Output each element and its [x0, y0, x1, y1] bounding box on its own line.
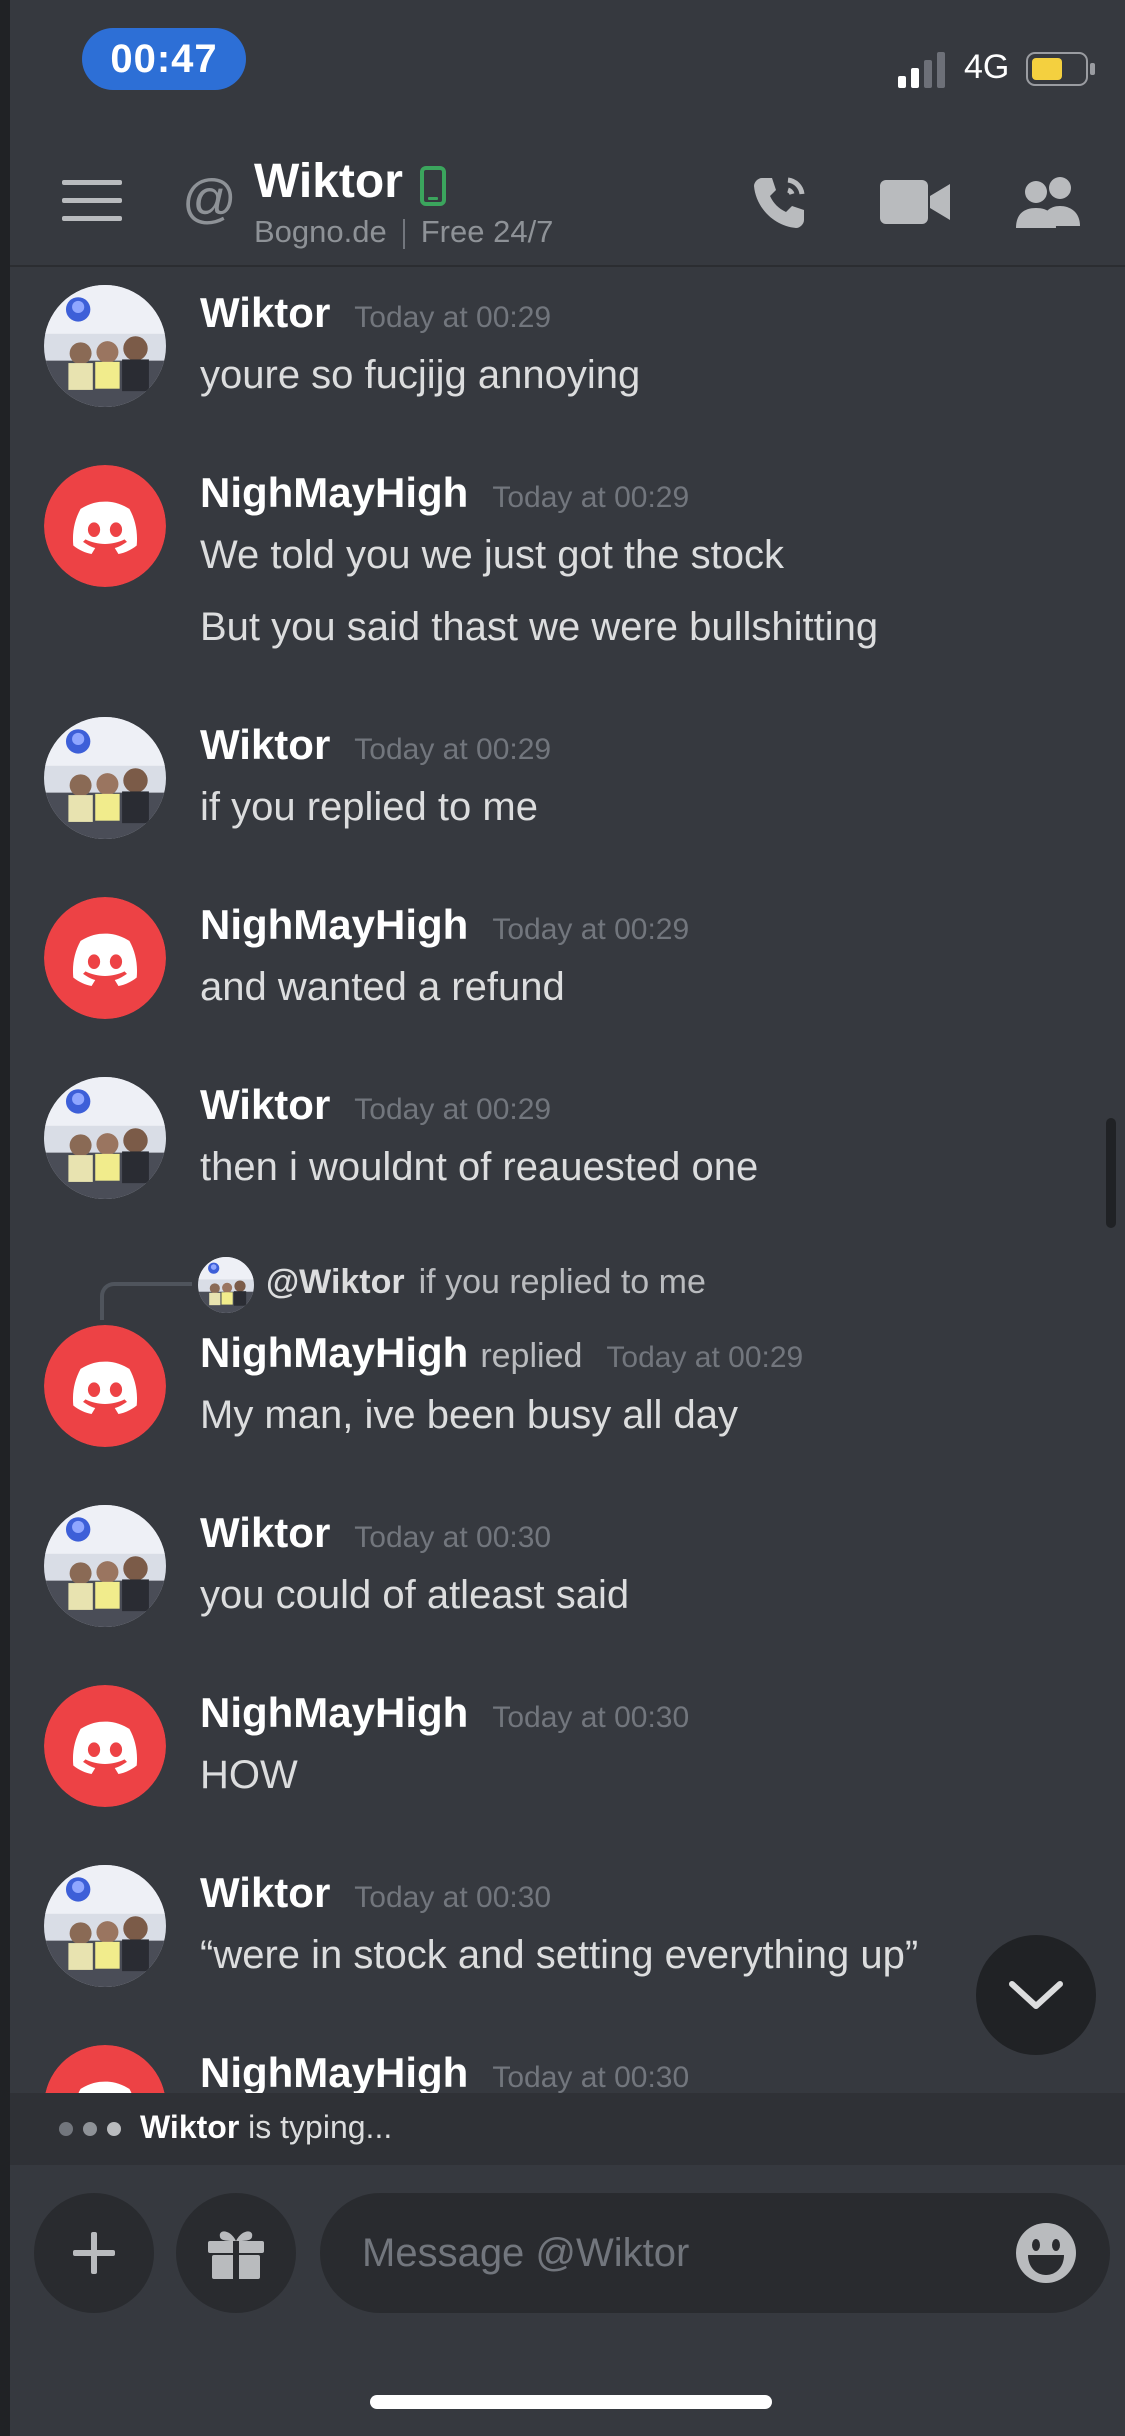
message-author[interactable]: NighMayHigh: [200, 469, 468, 516]
mobile-icon: [420, 166, 446, 206]
dm-title[interactable]: Wiktor: [254, 154, 403, 209]
reply-connector: [100, 1282, 192, 1320]
message-header: NighMayHigh replied Today at 00:29: [200, 1329, 803, 1377]
reply-mention[interactable]: @Wiktor: [266, 1263, 405, 1301]
message-author[interactable]: NighMayHigh: [200, 901, 468, 948]
attach-button[interactable]: [34, 2193, 154, 2313]
message-header: Wiktor Today at 00:29: [200, 721, 551, 769]
video-icon[interactable]: [880, 178, 952, 226]
message-timestamp: Today at 00:29: [354, 1093, 552, 1126]
status-time: 00:47: [82, 28, 246, 90]
avatar[interactable]: [44, 1505, 166, 1627]
call-icon[interactable]: [748, 170, 812, 234]
message-timestamp: Today at 00:30: [354, 1881, 552, 1914]
avatar[interactable]: [44, 2045, 166, 2093]
avatar[interactable]: [44, 1325, 166, 1447]
emoji-icon[interactable]: [1014, 2221, 1078, 2285]
message-header: NighMayHigh Today at 00:29: [200, 469, 689, 517]
reply-preview: if you replied to me: [418, 1263, 706, 1301]
network-type: 4G: [964, 48, 1010, 86]
avatar[interactable]: [44, 717, 166, 839]
message-timestamp: Today at 00:29: [354, 301, 552, 334]
message-text: you could of atleast said: [200, 1573, 630, 1617]
message-header: NighMayHigh Today at 00:30: [200, 2049, 689, 2093]
jump-to-present-button[interactable]: [976, 1935, 1096, 2055]
home-indicator-bar: [370, 2395, 772, 2409]
message-author[interactable]: Wiktor: [200, 721, 330, 768]
members-icon[interactable]: [1010, 174, 1090, 230]
battery-icon: [1026, 52, 1095, 86]
message-text: then i wouldnt of reauested one: [200, 1145, 759, 1189]
message-text: if you replied to me: [200, 785, 538, 829]
chevron-down-icon: [1009, 1981, 1063, 2009]
message-text: “were in stock and setting everything up…: [200, 1933, 919, 1977]
at-icon: @: [182, 169, 237, 229]
message-input[interactable]: [320, 2193, 1110, 2313]
typing-dots-icon: [59, 2122, 121, 2136]
custom-status: Bogno.de Free 24/7: [254, 214, 553, 250]
message-timestamp: Today at 00:29: [606, 1341, 804, 1374]
message-header: NighMayHigh Today at 00:30: [200, 1689, 689, 1737]
message-author[interactable]: NighMayHigh: [200, 1689, 468, 1736]
typing-user: Wiktor: [140, 2109, 240, 2145]
menu-icon[interactable]: [62, 180, 122, 222]
message-timestamp: Today at 00:29: [354, 733, 552, 766]
avatar[interactable]: [44, 1685, 166, 1807]
message-header: NighMayHigh Today at 00:29: [200, 901, 689, 949]
message-author[interactable]: Wiktor: [200, 1509, 330, 1556]
dm-header: @ Wiktor Bogno.de Free 24/7: [10, 140, 1125, 267]
message-author[interactable]: Wiktor: [200, 1869, 330, 1916]
plus-icon: [73, 2232, 115, 2274]
avatar[interactable]: [44, 285, 166, 407]
avatar[interactable]: [44, 1077, 166, 1199]
message-author[interactable]: Wiktor: [200, 1081, 330, 1128]
typing-text: Wiktor is typing...: [140, 2109, 392, 2146]
message-header: Wiktor Today at 00:29: [200, 289, 551, 337]
gift-button[interactable]: [176, 2193, 296, 2313]
message-author[interactable]: NighMayHigh: [200, 2049, 468, 2093]
avatar[interactable]: [44, 1865, 166, 1987]
message-timestamp: Today at 00:30: [354, 1521, 552, 1554]
message-timestamp: Today at 00:30: [492, 1701, 690, 1734]
signal-icon: [898, 52, 945, 88]
replied-label: replied: [480, 1337, 583, 1375]
message-text: and wanted a refund: [200, 965, 565, 1009]
avatar[interactable]: [44, 897, 166, 1019]
reply-avatar: [198, 1257, 254, 1313]
message-header: Wiktor Today at 00:30: [200, 1869, 551, 1917]
left-edge: [0, 0, 10, 2436]
avatar[interactable]: [44, 465, 166, 587]
typing-indicator: Wiktor is typing...: [10, 2093, 1125, 2165]
message-header: Wiktor Today at 00:30: [200, 1509, 551, 1557]
message-text: HOW: [200, 1753, 298, 1797]
typing-suffix: is typing...: [248, 2109, 393, 2145]
status-bar: 00:47 4G: [10, 0, 1125, 140]
message-timestamp: Today at 00:30: [492, 2061, 690, 2093]
reply-reference[interactable]: @Wiktor if you replied to me: [266, 1263, 706, 1302]
message-timestamp: Today at 00:29: [492, 481, 690, 514]
message-text: We told you we just got the stock: [200, 533, 785, 577]
custom-status-extra: Free 24/7: [420, 214, 554, 249]
message-header: Wiktor Today at 00:29: [200, 1081, 551, 1129]
message-list[interactable]: Wiktor Today at 00:29 youre so fucjijg an…: [10, 267, 1125, 2093]
message-text: But you said thast we were bullshitting: [200, 605, 879, 649]
message-text: youre so fucjijg annoying: [200, 353, 641, 397]
custom-status-text: Bogno.de: [254, 214, 387, 249]
message-timestamp: Today at 00:29: [492, 913, 690, 946]
message-text: My man, ive been busy all day: [200, 1393, 739, 1437]
gift-icon: [208, 2231, 264, 2279]
message-author[interactable]: NighMayHigh: [200, 1329, 468, 1376]
message-author[interactable]: Wiktor: [200, 289, 330, 336]
scrollbar[interactable]: [1106, 1118, 1116, 1228]
